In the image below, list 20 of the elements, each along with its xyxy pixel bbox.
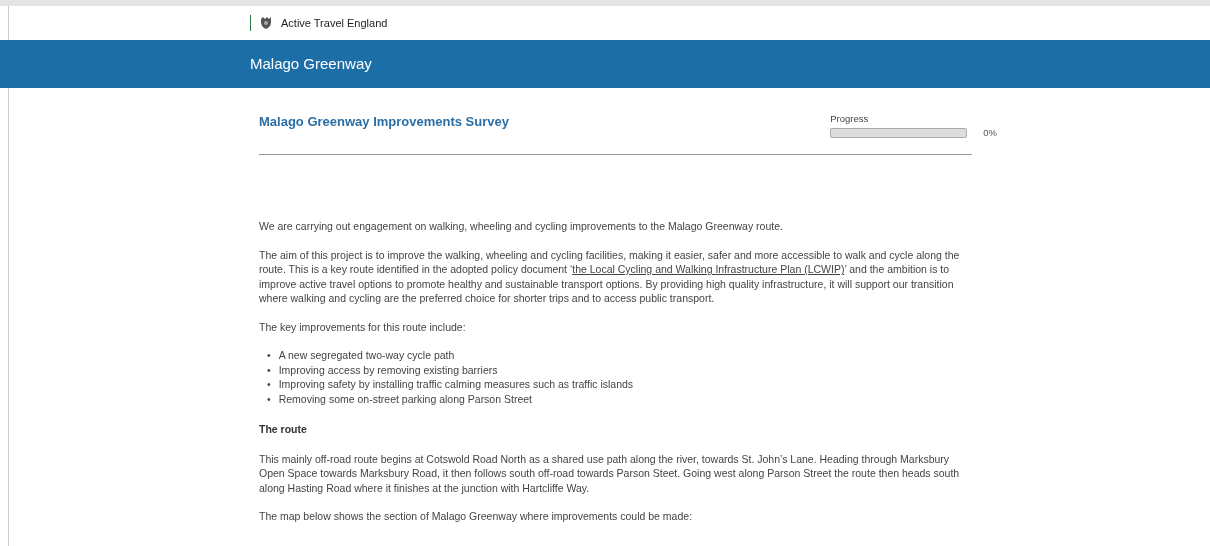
progress-label: Progress <box>830 112 870 126</box>
bullet-mark: • <box>267 348 271 363</box>
bullet-mark: • <box>267 377 271 392</box>
list-item: Improving safety by installing traffic calming measures such as traffic islands <box>278 377 634 392</box>
page-title: Malago Greenway <box>250 53 373 74</box>
bullet-mark: • <box>267 362 271 377</box>
crest-icon <box>259 16 273 30</box>
aim-paragraph: The aim of this project is to improve the walking, wheeling and cycling facilities, making it easier, safer and more accessible to walk and cycle along the route. This is a key route identified in the adopted policy document ‘the Local Cycling and Walking Infrastructure Plan (LCWIP)’ and the ambition is to improve active travel options to promote healthy and sustainable transport options. By providing high quality infrastructure, it will support our transition where walking and cycling are the preferred choice for shorter trips and to access public transport. <box>259 247 961 306</box>
bullet-mark: • <box>267 391 271 406</box>
list-intro: The key improvements for this route include: <box>259 319 467 334</box>
intro-paragraph: We are carrying out engagement on walking, wheeling and cycling improvements to the Malago Greenway route. <box>259 219 784 234</box>
survey-title: Malago Greenway Improvements Survey <box>259 113 509 131</box>
brand-name: Active Travel England <box>281 15 388 31</box>
map-intro: The map below shows the section of Malago Greenway where improvements could be made: <box>259 509 694 524</box>
list-item: Removing some on-street parking along Parson Street <box>278 391 532 406</box>
list-item: Improving access by removing existing barriers <box>278 362 498 377</box>
progress-reading: 0% <box>983 126 997 141</box>
list-item: A new segregated two-way cycle path <box>278 348 455 363</box>
route-paragraph: This mainly off-road route begins at Cotswold Road North as a shared use path along the river, towards St. John’s Lane. Heading through Marksbury Open Space towards Marksbury Road, it then follows south off-road towards Parson Steet. Going west along Parson Street the route then heads south along Hasting Road where it finishes at the junction with Hartcliffe Way. <box>259 451 961 496</box>
section-heading: The route <box>259 422 308 437</box>
